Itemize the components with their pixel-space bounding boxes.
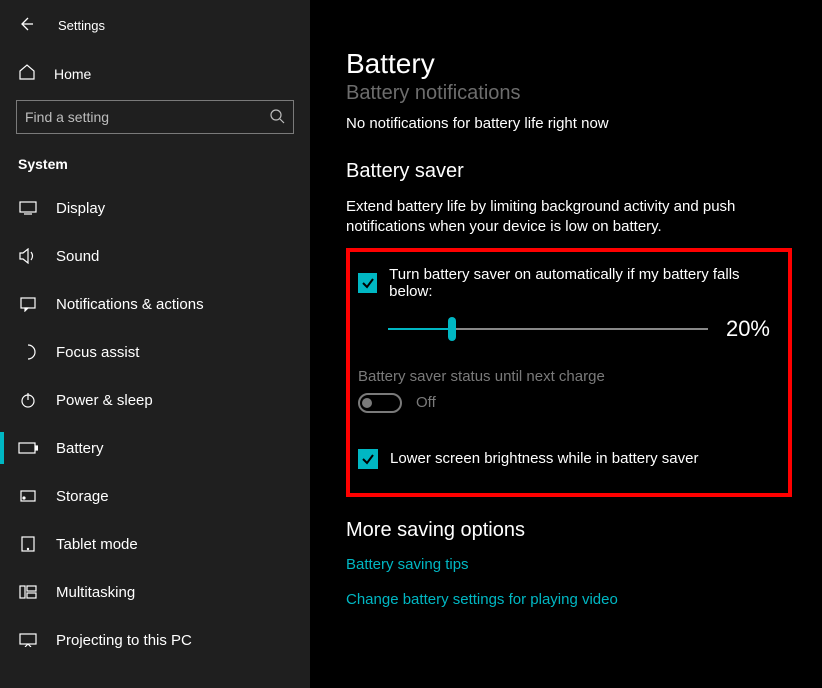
- home-icon: [18, 63, 36, 84]
- status-toggle[interactable]: [358, 393, 402, 413]
- sidebar-item-label: Focus assist: [56, 344, 139, 361]
- power-icon: [18, 392, 38, 408]
- notifications-empty-text: No notifications for battery life right …: [346, 115, 792, 132]
- sidebar-group-label: System: [0, 148, 310, 184]
- back-icon[interactable]: [18, 16, 34, 35]
- sidebar-item-projecting[interactable]: Projecting to this PC: [0, 616, 310, 664]
- toggle-state-text: Off: [416, 394, 436, 411]
- storage-icon: [18, 488, 38, 504]
- title-bar: Settings: [0, 16, 310, 53]
- battery-icon: [18, 442, 38, 454]
- sidebar-item-tablet-mode[interactable]: Tablet mode: [0, 520, 310, 568]
- lower-brightness-checkbox-row[interactable]: Lower screen brightness while in battery…: [358, 449, 770, 469]
- notifications-icon: [18, 296, 38, 312]
- sidebar-item-home[interactable]: Home: [0, 53, 310, 94]
- projecting-icon: [18, 633, 38, 647]
- sidebar-item-label: Notifications & actions: [56, 296, 204, 313]
- sidebar-item-sound[interactable]: Sound: [0, 232, 310, 280]
- home-label: Home: [54, 66, 91, 82]
- auto-on-label: Turn battery saver on automatically if m…: [389, 266, 770, 300]
- window-title: Settings: [58, 18, 105, 33]
- display-icon: [18, 201, 38, 215]
- sidebar-item-label: Multitasking: [56, 584, 135, 601]
- checkbox-checked-icon[interactable]: [358, 273, 377, 293]
- lower-brightness-label: Lower screen brightness while in battery…: [390, 450, 698, 467]
- sidebar-item-notifications[interactable]: Notifications & actions: [0, 280, 310, 328]
- threshold-slider[interactable]: [388, 319, 708, 339]
- more-saving-heading: More saving options: [346, 519, 792, 542]
- sidebar-nav: Display Sound Notifications & actions Fo…: [0, 184, 310, 664]
- sidebar-item-power-sleep[interactable]: Power & sleep: [0, 376, 310, 424]
- sidebar-item-battery[interactable]: Battery: [0, 424, 310, 472]
- sidebar-item-label: Tablet mode: [56, 536, 138, 553]
- sidebar-item-display[interactable]: Display: [0, 184, 310, 232]
- threshold-slider-row: 20%: [358, 316, 770, 342]
- sound-icon: [18, 248, 38, 264]
- battery-saver-desc: Extend battery life by limiting backgrou…: [346, 197, 766, 238]
- highlighted-region: Turn battery saver on automatically if m…: [346, 248, 792, 497]
- search-input[interactable]: [25, 109, 269, 125]
- battery-saver-heading: Battery saver: [346, 160, 792, 183]
- link-video-settings[interactable]: Change battery settings for playing vide…: [346, 591, 792, 608]
- sidebar-item-focus-assist[interactable]: Focus assist: [0, 328, 310, 376]
- search-box[interactable]: [16, 100, 294, 134]
- sidebar-item-storage[interactable]: Storage: [0, 472, 310, 520]
- sidebar-item-multitasking[interactable]: Multitasking: [0, 568, 310, 616]
- status-toggle-row: Off: [358, 393, 770, 413]
- sidebar-item-label: Power & sleep: [56, 392, 153, 409]
- slider-track-fill: [388, 328, 452, 330]
- sidebar-item-label: Sound: [56, 248, 99, 265]
- main-panel: Battery Battery notifications No notific…: [310, 0, 822, 688]
- slider-thumb[interactable]: [448, 317, 456, 341]
- link-battery-tips[interactable]: Battery saving tips: [346, 556, 792, 573]
- focus-assist-icon: [18, 344, 38, 360]
- sidebar-item-label: Storage: [56, 488, 109, 505]
- sidebar-item-label: Projecting to this PC: [56, 632, 192, 649]
- more-saving-links: Battery saving tips Change battery setti…: [346, 556, 792, 608]
- settings-sidebar: Settings Home System Display: [0, 0, 310, 688]
- multitasking-icon: [18, 585, 38, 599]
- threshold-value: 20%: [726, 316, 770, 342]
- search-icon: [269, 108, 285, 127]
- auto-on-checkbox-row[interactable]: Turn battery saver on automatically if m…: [358, 266, 770, 300]
- sidebar-item-label: Display: [56, 200, 105, 217]
- page-title: Battery: [346, 48, 792, 80]
- sidebar-item-label: Battery: [56, 440, 104, 457]
- toggle-knob: [362, 398, 372, 408]
- notifications-heading-cutoff: Battery notifications: [346, 82, 792, 105]
- tablet-icon: [18, 536, 38, 552]
- checkbox-checked-icon[interactable]: [358, 449, 378, 469]
- status-until-charge-label: Battery saver status until next charge: [358, 368, 770, 385]
